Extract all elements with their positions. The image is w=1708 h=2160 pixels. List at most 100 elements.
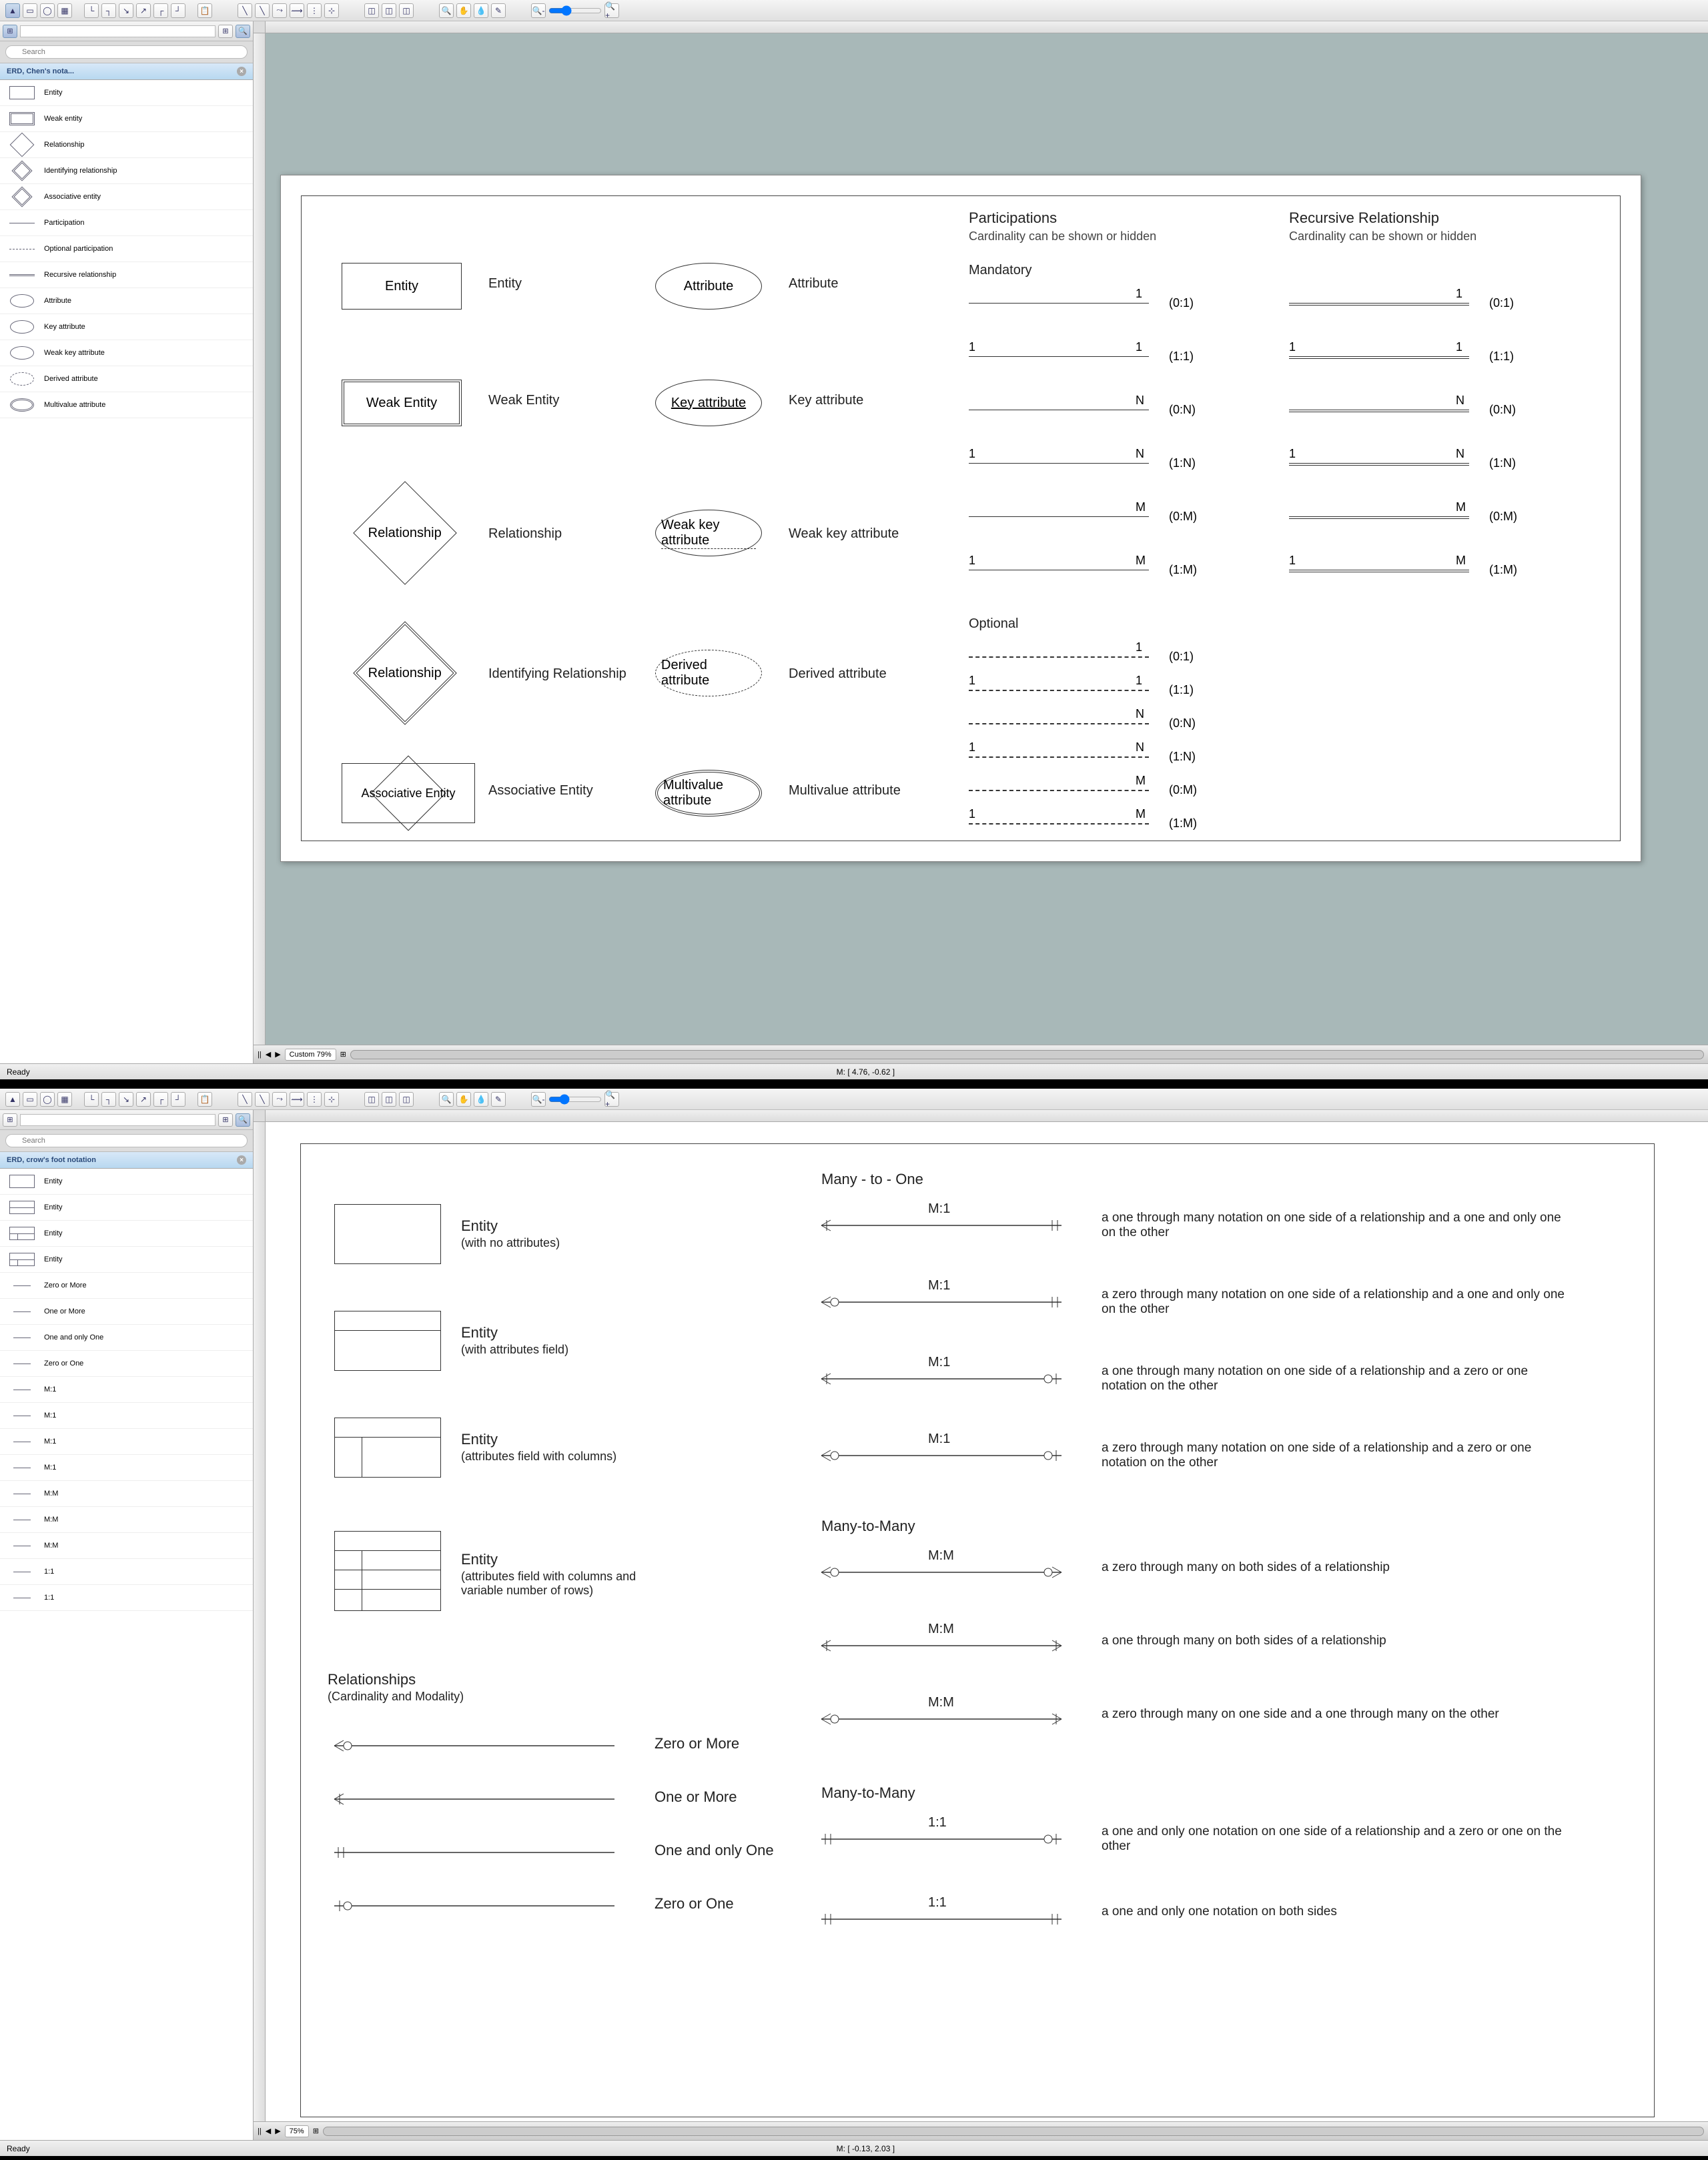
line-3[interactable]: ⤳ (272, 1092, 287, 1107)
palette-item-16[interactable]: 1:1 (0, 1585, 253, 1611)
rect-tool[interactable]: ▭ (23, 1092, 37, 1107)
line-6[interactable]: ⊹ (324, 1092, 339, 1107)
zoom-label[interactable]: 75% (285, 2125, 309, 2137)
oval-tool[interactable]: ◯ (40, 1092, 55, 1107)
zoom-out[interactable]: 🔍- (531, 3, 546, 18)
palette-item-8[interactable]: M:1 (0, 1377, 253, 1403)
zoom-out[interactable]: 🔍- (531, 1092, 546, 1107)
pointer-tool[interactable]: ▲ (5, 3, 20, 18)
connector-2[interactable]: ┐ (101, 1092, 116, 1107)
paste-tool[interactable]: 📋 (197, 1092, 212, 1107)
palette-item-11[interactable]: Derived attribute (0, 366, 253, 392)
view-tree-icon[interactable]: ⊞ (3, 1113, 17, 1127)
line-4[interactable]: ⟿ (290, 1092, 304, 1107)
connector-6[interactable]: ┘ (171, 1092, 185, 1107)
palette-item-0[interactable]: Entity (0, 1169, 253, 1195)
palette-item-11[interactable]: M:1 (0, 1455, 253, 1481)
zoom-in[interactable]: 🔍+ (604, 1092, 619, 1107)
grid-tool[interactable]: ▦ (57, 3, 72, 18)
line-5[interactable]: ⋮ (307, 1092, 322, 1107)
palette-item-13[interactable]: M:M (0, 1507, 253, 1533)
rect-tool[interactable]: ▭ (23, 3, 37, 18)
palette-item-8[interactable]: Attribute (0, 288, 253, 314)
pick-tool[interactable]: ✎ (491, 1092, 506, 1107)
connector-1[interactable]: └ (84, 3, 99, 18)
pick-tool[interactable]: ✎ (491, 3, 506, 18)
connector-4[interactable]: ↗ (136, 3, 151, 18)
palette-item-1[interactable]: Weak entity (0, 106, 253, 132)
group-2[interactable]: ◫ (382, 1092, 396, 1107)
group-1[interactable]: ◫ (364, 3, 379, 18)
view-grid-icon[interactable]: ⊞ (218, 25, 233, 38)
group-3[interactable]: ◫ (399, 1092, 414, 1107)
connector-4[interactable]: ↗ (136, 1092, 151, 1107)
palette-item-6[interactable]: Optional participation (0, 236, 253, 262)
palette-item-label: One or More (44, 1307, 85, 1315)
group-2[interactable]: ◫ (382, 3, 396, 18)
close-icon[interactable]: × (237, 67, 246, 76)
palette-item-12[interactable]: Multivalue attribute (0, 392, 253, 418)
search-input[interactable] (5, 45, 248, 59)
connector-2[interactable]: ┐ (101, 3, 116, 18)
oval-tool[interactable]: ◯ (40, 3, 55, 18)
zoom-tool[interactable]: 🔍 (439, 3, 454, 18)
palette-item-1[interactable]: Entity (0, 1195, 253, 1221)
search-input[interactable] (5, 1134, 248, 1147)
paste-tool[interactable]: 📋 (197, 3, 212, 18)
search-icon[interactable]: 🔍 (236, 1113, 250, 1127)
connector-5[interactable]: ┌ (153, 1092, 168, 1107)
zoom-slider[interactable] (548, 5, 602, 16)
view-tree-icon[interactable]: ⊞ (3, 25, 17, 38)
line-3[interactable]: ⤳ (272, 3, 287, 18)
connector-5[interactable]: ┌ (153, 3, 168, 18)
line-6[interactable]: ⊹ (324, 3, 339, 18)
zoom-label[interactable]: Custom 79% (285, 1049, 336, 1061)
group-1[interactable]: ◫ (364, 1092, 379, 1107)
grid-tool[interactable]: ▦ (57, 1092, 72, 1107)
palette-item-7[interactable]: Zero or One (0, 1351, 253, 1377)
line-2[interactable]: ╲ (255, 1092, 270, 1107)
one-to-one-title: Many-to-Many (821, 1784, 915, 1802)
palette-item-10[interactable]: M:1 (0, 1429, 253, 1455)
palette-item-4[interactable]: Associative entity (0, 184, 253, 210)
line-4[interactable]: ⟿ (290, 3, 304, 18)
palette-item-9[interactable]: M:1 (0, 1403, 253, 1429)
palette-item-5[interactable]: Participation (0, 210, 253, 236)
hand-tool[interactable]: ✋ (456, 1092, 471, 1107)
palette-item-7[interactable]: Recursive relationship (0, 262, 253, 288)
palette-item-2[interactable]: Entity (0, 1221, 253, 1247)
stamp-tool[interactable]: 💧 (474, 1092, 488, 1107)
close-icon[interactable]: × (237, 1155, 246, 1165)
palette-item-9[interactable]: Key attribute (0, 314, 253, 340)
palette-item-15[interactable]: 1:1 (0, 1559, 253, 1585)
line-2[interactable]: ╲ (255, 3, 270, 18)
palette-item-6[interactable]: One and only One (0, 1325, 253, 1351)
palette-item-2[interactable]: Relationship (0, 132, 253, 158)
connector-3[interactable]: ↘ (119, 3, 133, 18)
line-1[interactable]: ╲ (238, 1092, 252, 1107)
connector-3[interactable]: ↘ (119, 1092, 133, 1107)
palette-item-0[interactable]: Entity (0, 80, 253, 106)
line-5[interactable]: ⋮ (307, 3, 322, 18)
view-grid-icon[interactable]: ⊞ (218, 1113, 233, 1127)
connector-1[interactable]: └ (84, 1092, 99, 1107)
search-icon[interactable]: 🔍 (236, 25, 250, 38)
palette-item-4[interactable]: Zero or More (0, 1273, 253, 1299)
stamp-tool[interactable]: 💧 (474, 3, 488, 18)
basic-relationship (334, 1738, 614, 1756)
connector-6[interactable]: ┘ (171, 3, 185, 18)
zoom-in[interactable]: 🔍+ (604, 3, 619, 18)
palette-item-12[interactable]: M:M (0, 1481, 253, 1507)
zoom-tool[interactable]: 🔍 (439, 1092, 454, 1107)
palette-item-14[interactable]: M:M (0, 1533, 253, 1559)
hand-tool[interactable]: ✋ (456, 3, 471, 18)
rel-icon (7, 1563, 37, 1580)
palette-item-5[interactable]: One or More (0, 1299, 253, 1325)
line-1[interactable]: ╲ (238, 3, 252, 18)
pointer-tool[interactable]: ▲ (5, 1092, 20, 1107)
palette-item-3[interactable]: Entity (0, 1247, 253, 1273)
group-3[interactable]: ◫ (399, 3, 414, 18)
zoom-slider[interactable] (548, 1094, 602, 1105)
palette-item-10[interactable]: Weak key attribute (0, 340, 253, 366)
palette-item-3[interactable]: Identifying relationship (0, 158, 253, 184)
